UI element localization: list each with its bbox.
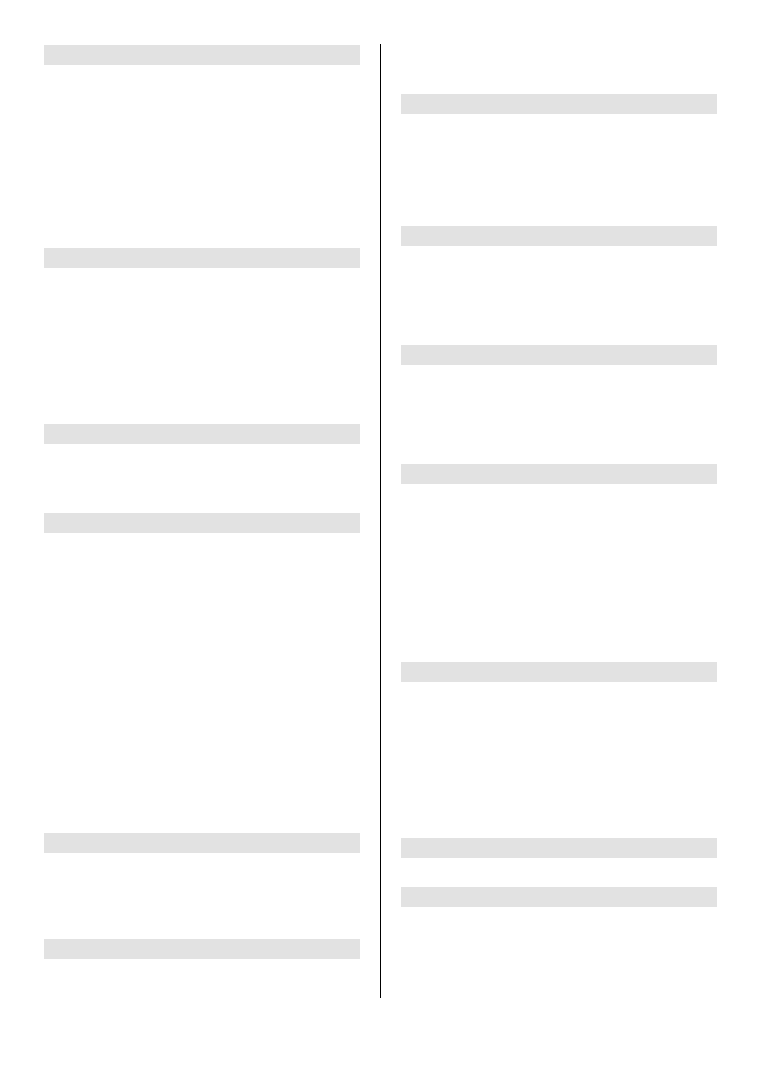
left-section-header-4 [44,513,360,533]
right-section-header-3 [401,345,717,365]
right-section-header-2 [401,226,717,246]
right-section-header-5 [401,662,717,682]
left-section-header-2 [44,248,360,268]
left-section-header-3 [44,424,360,444]
column-divider [380,44,381,998]
left-section-header-5 [44,833,360,853]
right-section-header-4 [401,464,717,484]
right-section-header-1 [401,94,717,114]
left-section-header-6 [44,939,360,959]
manual-page [0,0,761,1075]
right-section-header-7 [401,887,717,907]
left-section-header-1 [44,45,360,65]
right-section-header-6 [401,838,717,858]
